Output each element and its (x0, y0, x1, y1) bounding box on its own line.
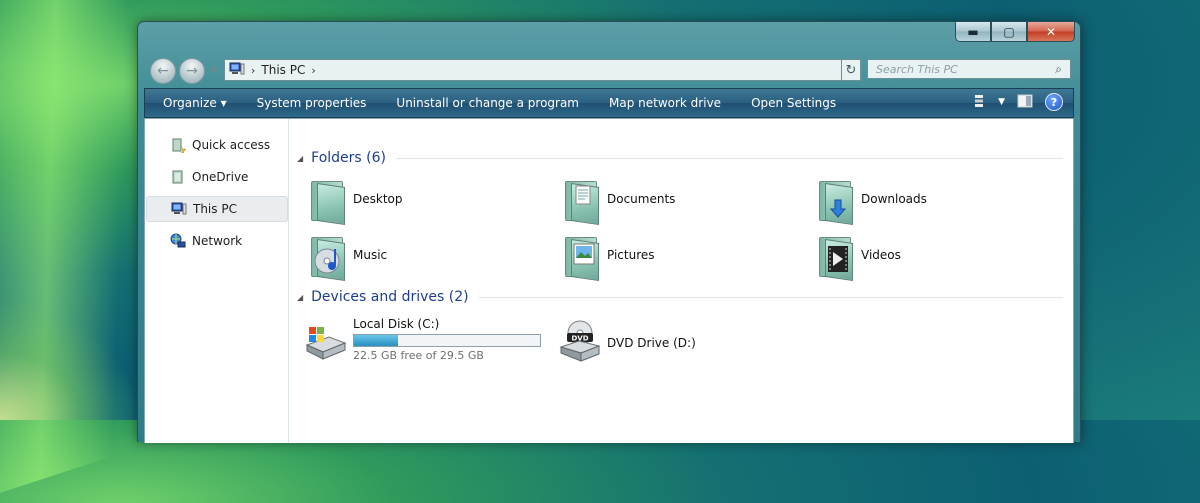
drive-name: Local Disk (C:) (353, 316, 440, 331)
refresh-button[interactable]: ↻ (841, 59, 861, 81)
network-icon (170, 233, 186, 249)
organize-button[interactable]: Organize ▾ (163, 96, 227, 110)
sidebar-item-network[interactable]: Network (146, 229, 286, 253)
folder-label: Pictures (607, 248, 655, 262)
local-disk-icon (303, 315, 349, 363)
search-input[interactable]: Search This PC ⌕ (867, 59, 1071, 79)
sidebar-item-quick-access[interactable]: Quick access (146, 133, 286, 157)
sidebar-item-label: Quick access (192, 138, 271, 152)
items-view: ◢ Folders (6) Desktop Documents Download… (289, 119, 1073, 443)
folders-group-header[interactable]: ◢ Folders (6) (297, 150, 1063, 166)
drives-group-header[interactable]: ◢ Devices and drives (2) (297, 289, 1063, 305)
dvd-drive-icon: DVD (557, 319, 603, 367)
sidebar-item-label: This PC (193, 202, 237, 216)
forward-arrow-icon: → (186, 63, 198, 79)
music-folder-icon (303, 231, 349, 281)
this-pc-icon (171, 201, 187, 217)
group-divider (478, 296, 1063, 298)
view-options-icon[interactable] (972, 94, 986, 111)
breadcrumb-separator[interactable]: › (251, 64, 255, 77)
maximize-button[interactable]: ▢ (991, 22, 1027, 42)
uninstall-program-button[interactable]: Uninstall or change a program (396, 96, 579, 110)
system-properties-button[interactable]: System properties (257, 96, 367, 110)
preview-pane-icon[interactable] (1017, 94, 1033, 111)
folder-tile-desktop[interactable]: Desktop (303, 175, 403, 225)
sidebar-item-this-pc[interactable]: This PC (146, 196, 288, 222)
folder-tile-videos[interactable]: Videos (811, 231, 901, 281)
folder-tile-downloads[interactable]: Downloads (811, 175, 927, 225)
collapse-triangle-icon[interactable]: ◢ (297, 154, 303, 163)
folder-label: Music (353, 248, 388, 262)
breadcrumb-separator-trailing[interactable]: › (311, 64, 315, 77)
folder-label: Downloads (861, 192, 927, 206)
folder-tile-pictures[interactable]: Pictures (557, 231, 655, 281)
minimize-button[interactable]: ▬ (955, 22, 991, 42)
explorer-window: ▬ ▢ ✕ ← → ▼ › This PC › ⌄ ↻ (137, 21, 1081, 443)
map-network-drive-button[interactable]: Map network drive (609, 96, 721, 110)
refresh-icon: ↻ (845, 62, 857, 78)
folder-tile-music[interactable]: Music (303, 231, 388, 281)
address-bar[interactable]: › This PC › ⌄ (224, 59, 862, 81)
sidebar-item-label: OneDrive (192, 170, 249, 184)
help-icon[interactable]: ? (1045, 93, 1063, 111)
collapse-triangle-icon[interactable]: ◢ (297, 293, 303, 302)
dvd-logo-text: DVD (571, 335, 588, 343)
search-placeholder: Search This PC (876, 62, 958, 76)
open-settings-button[interactable]: Open Settings (751, 96, 836, 110)
drive-usage-fill (354, 334, 399, 346)
local-disk-details: Local Disk (C:) 22.5 GB free of 29.5 GB (353, 317, 541, 362)
toolbar-right-controls: ▼ ? (972, 93, 1063, 111)
folder-label: Documents (607, 192, 676, 206)
videos-folder-icon (811, 231, 857, 281)
documents-folder-icon (557, 175, 603, 225)
computer-icon (229, 62, 245, 79)
view-dropdown-icon[interactable]: ▼ (998, 97, 1005, 107)
downloads-folder-icon (811, 175, 857, 225)
sidebar-item-label: Network (192, 234, 243, 248)
wallpaper-glow (0, 300, 140, 420)
close-button[interactable]: ✕ (1027, 22, 1075, 42)
forward-button[interactable]: → (179, 58, 205, 84)
drives-group-title: Devices and drives (2) (311, 289, 469, 305)
caption-buttons: ▬ ▢ ✕ (955, 22, 1075, 42)
quick-access-icon (170, 137, 186, 153)
folder-label: Videos (861, 248, 901, 262)
folder-tile-documents[interactable]: Documents (557, 175, 676, 225)
search-icon[interactable]: ⌕ (1055, 62, 1062, 77)
pictures-folder-icon (557, 231, 603, 281)
breadcrumb-this-pc[interactable]: This PC (261, 63, 305, 77)
group-divider (396, 157, 1063, 159)
desktop-folder-icon (303, 175, 349, 225)
command-bar: Organize ▾ System properties Uninstall o… (144, 88, 1074, 118)
recent-locations-dropdown[interactable]: ▼ (210, 66, 217, 76)
folders-group-title: Folders (6) (311, 150, 386, 166)
drive-tile-dvd[interactable]: DVD DVD Drive (D:) (557, 319, 696, 367)
back-arrow-icon: ← (157, 63, 169, 79)
drive-tile-local-disk[interactable]: Local Disk (C:) 22.5 GB free of 29.5 GB (303, 315, 541, 363)
folder-label: Desktop (353, 192, 403, 206)
drive-usage-bar (353, 333, 541, 347)
content-area: Quick access OneDrive This PC Network ◢ … (144, 118, 1074, 443)
drive-name: DVD Drive (D:) (607, 336, 696, 350)
drive-free-space: 22.5 GB free of 29.5 GB (353, 348, 484, 362)
onedrive-icon (170, 169, 186, 185)
back-button[interactable]: ← (150, 58, 176, 84)
navigation-pane: Quick access OneDrive This PC Network (145, 119, 289, 443)
sidebar-item-onedrive[interactable]: OneDrive (146, 165, 286, 189)
navigation-row: ← → ▼ › This PC › ⌄ ↻ Search This PC (138, 52, 1080, 88)
